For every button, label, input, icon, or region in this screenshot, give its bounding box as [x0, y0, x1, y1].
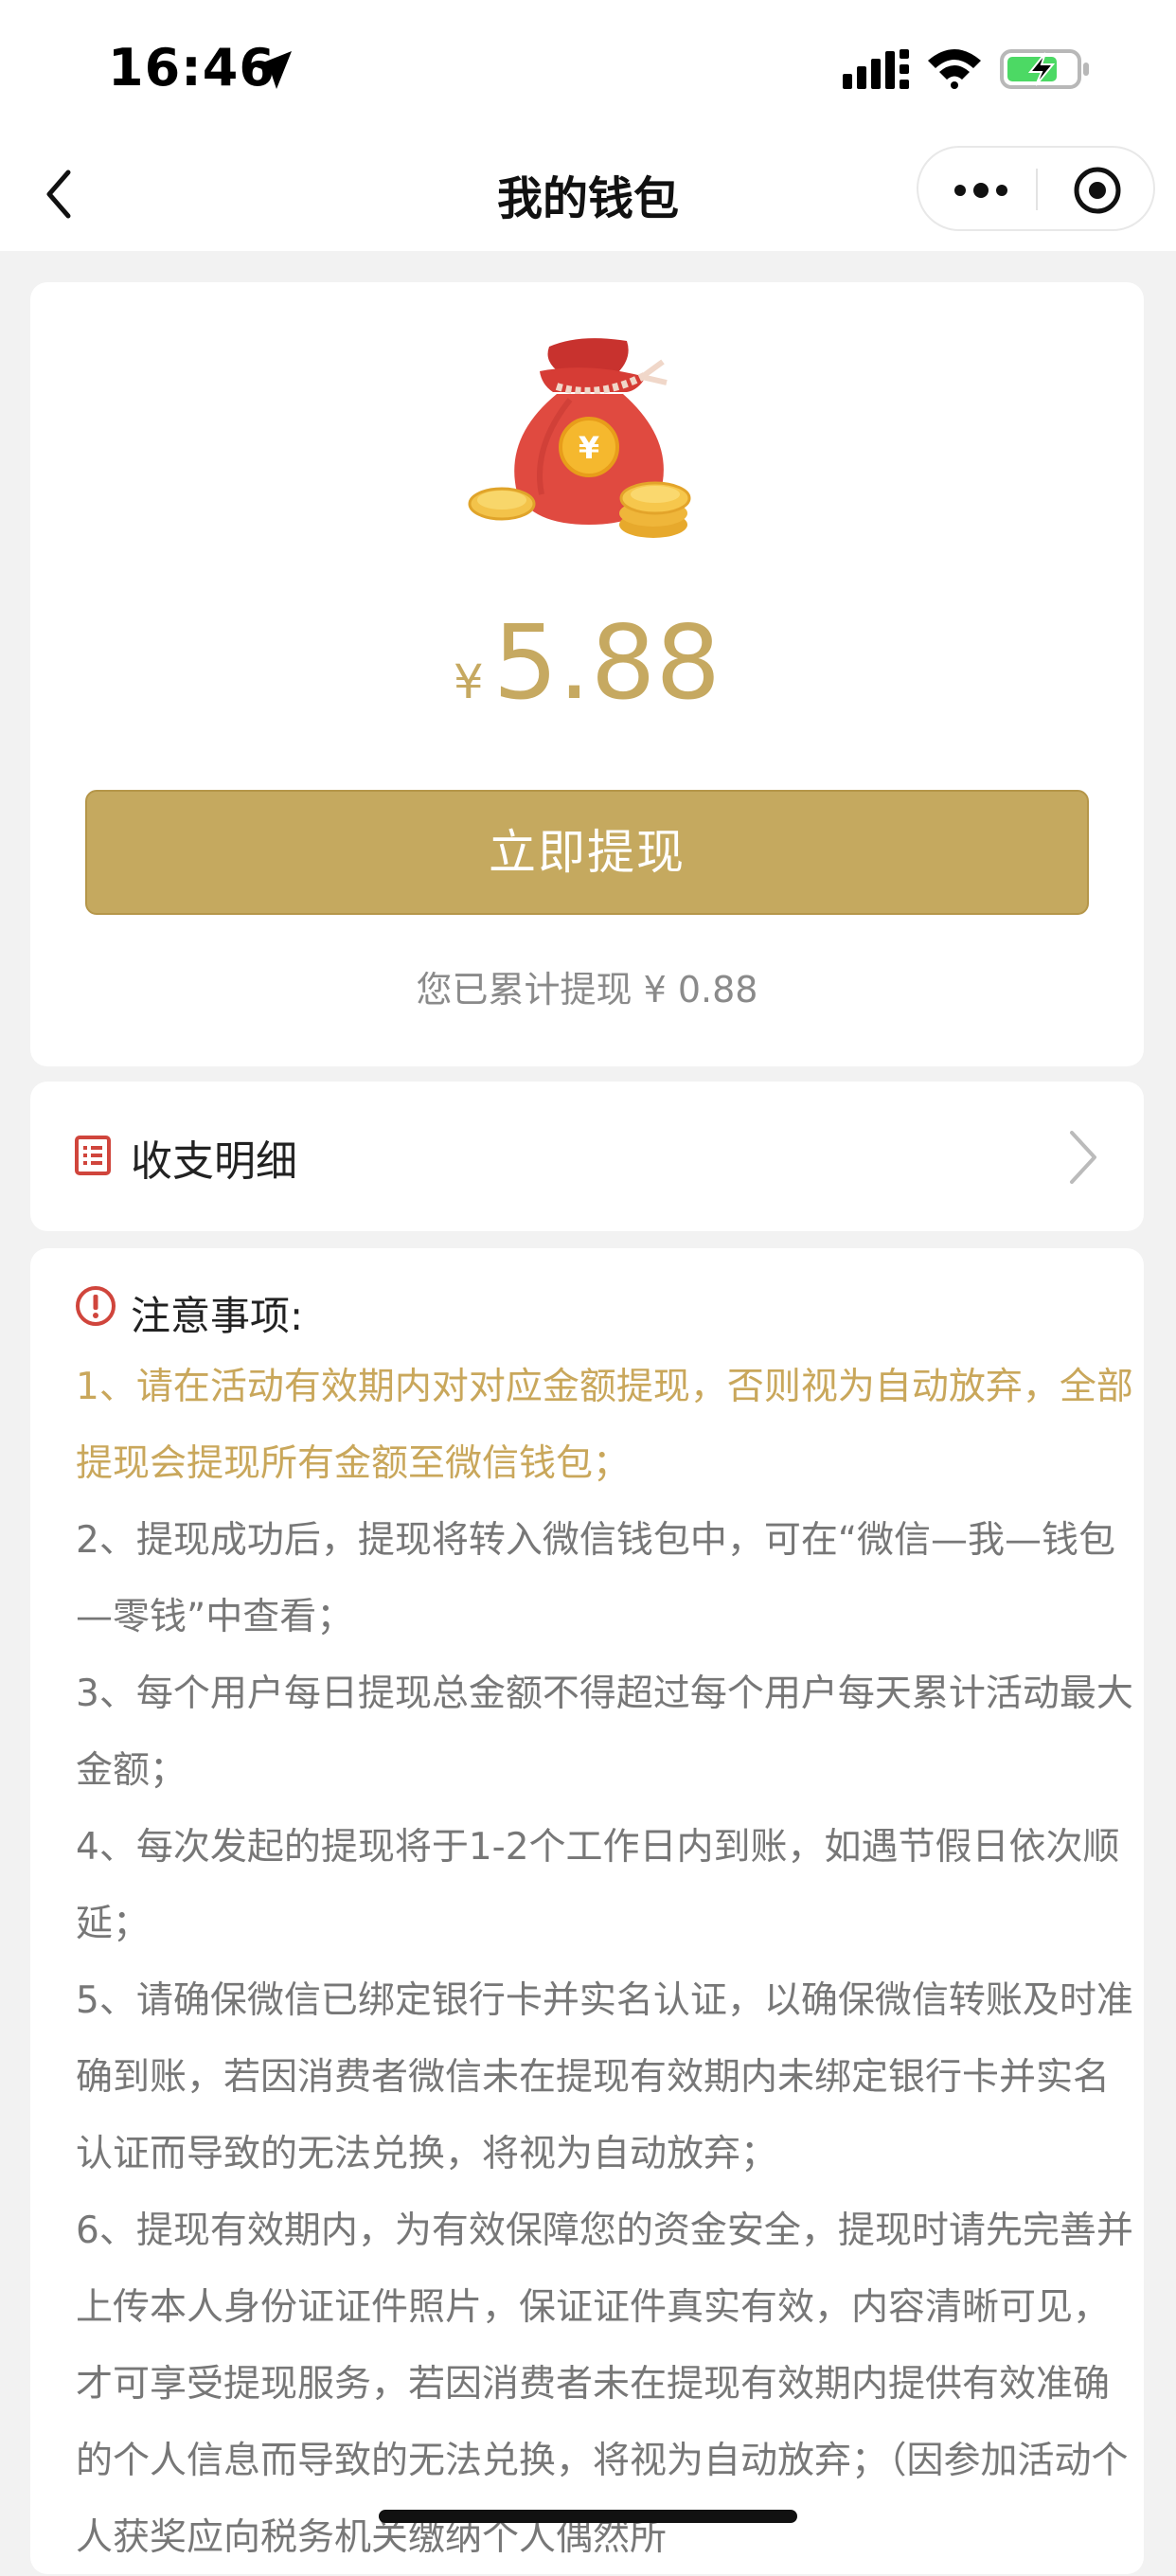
notice-title: 注意事项:	[131, 1293, 304, 1339]
list-icon	[75, 1136, 111, 1175]
notice-item: 5、请确保微信已绑定银行卡并实名认证，以确保微信转账及时准确到账，若因消费者微信…	[76, 1979, 1133, 2175]
detail-label: 收支明细	[131, 1137, 297, 1186]
wifi-icon	[928, 49, 981, 89]
mini-program-capsule	[917, 146, 1155, 231]
signal-icon	[843, 49, 909, 89]
notice-item: 3、每个用户每日提现总金额不得超过每个用户每天累计活动最大金额；	[76, 1673, 1133, 1792]
wallet-card: ¥ ¥5.88 立即提现 您已累计提现 ¥ 0.88	[30, 282, 1144, 1066]
status-bar: 16:46	[0, 0, 1176, 142]
notice-item: 4、每次发起的提现将于1-2个工作日内到账，如遇节假日依次顺延；	[76, 1826, 1120, 1945]
balance-amount: 5.88	[492, 604, 722, 723]
more-icon[interactable]	[953, 176, 1009, 205]
capsule-divider	[1036, 169, 1038, 210]
withdraw-button[interactable]: 立即提现	[85, 790, 1089, 915]
total-withdrawn-text: 您已累计提现 ¥ 0.88	[416, 969, 758, 1011]
svg-text:¥: ¥	[579, 430, 599, 466]
warning-icon	[76, 1286, 116, 1326]
location-arrow-icon	[254, 51, 292, 89]
notice-item: 2、提现成功后，提现将转入微信钱包中，可在“微信—我—钱包—零钱”中查看；	[76, 1519, 1116, 1638]
notice-card: 注意事项: 1、请在活动有效期内对对应金额提现，否则视为自动放弃，全部提现会提现…	[30, 1248, 1144, 2574]
nav-bar: 我的钱包	[0, 142, 1176, 251]
home-indicator	[379, 2510, 797, 2523]
battery-charging-icon	[1000, 49, 1089, 89]
balance-display: ¥5.88	[30, 604, 1144, 723]
chevron-right-icon	[1070, 1131, 1096, 1184]
currency-symbol: ¥	[453, 654, 484, 709]
money-bag-icon: ¥	[468, 338, 691, 538]
notice-item: 1、请在活动有效期内对对应金额提现，否则视为自动放弃，全部提现会提现所有金额至微…	[76, 1366, 1133, 1485]
income-expense-detail-row[interactable]: 收支明细	[30, 1082, 1144, 1231]
notice-list: 1、请在活动有效期内对对应金额提现，否则视为自动放弃，全部提现会提现所有金额至微…	[76, 1349, 1136, 2576]
target-icon[interactable]	[1072, 165, 1123, 216]
